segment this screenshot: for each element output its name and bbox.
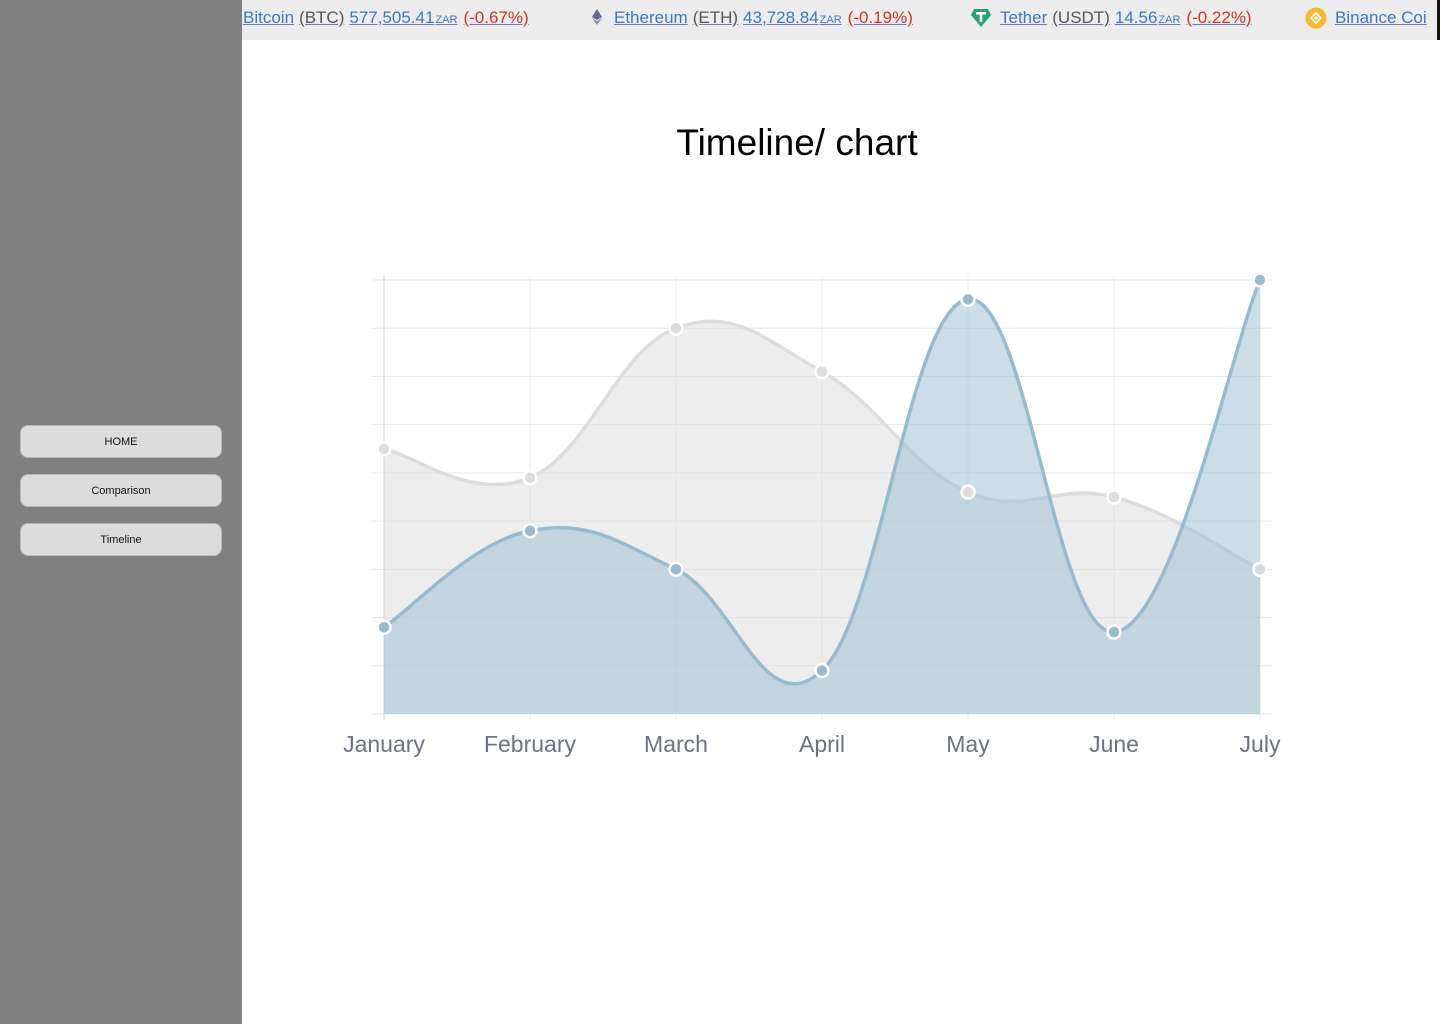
coin-currency: ZAR — [435, 14, 458, 26]
data-point-1-march[interactable] — [668, 561, 684, 578]
coin-currency: ZAR — [819, 14, 842, 26]
data-point-0-july[interactable] — [1252, 561, 1268, 578]
coin-name: Ethereum — [614, 8, 688, 27]
x-tick-label: July — [1240, 731, 1281, 757]
timeline-button[interactable]: Timeline — [20, 523, 222, 556]
home-button[interactable]: HOME — [20, 425, 222, 458]
coin-price: 577,505.41 — [349, 8, 435, 27]
coin-symbol: (ETH) — [692, 8, 739, 27]
data-point-0-june[interactable] — [1106, 489, 1122, 505]
data-point-1-june[interactable] — [1106, 624, 1122, 640]
data-point-1-may[interactable] — [960, 291, 976, 308]
x-tick-label: March — [644, 731, 708, 757]
ticker-item-ethereum[interactable]: Ethereum (ETH) 43,728.84 ZAR (-0.19%) — [614, 8, 913, 28]
x-tick-label: February — [484, 731, 577, 757]
x-tick-label: May — [946, 731, 990, 757]
data-point-0-may[interactable] — [960, 484, 976, 500]
coin-symbol: (USDT) — [1052, 8, 1110, 27]
ticker-item-binance-coin[interactable]: Binance Coi — [1335, 8, 1427, 28]
page-title: Timeline/ chart — [676, 122, 918, 163]
x-axis-labels: January February March April May June July — [343, 731, 1281, 757]
coin-change: (-0.67%) — [463, 8, 529, 27]
coin-symbol: (BTC) — [299, 8, 345, 27]
data-point-0-april[interactable] — [814, 363, 830, 380]
ticker-item-bitcoin[interactable]: Bitcoin (BTC) 577,505.41 ZAR (-0.67%) — [243, 8, 529, 28]
coin-currency: ZAR — [1158, 14, 1181, 26]
coin-price: 14.56 — [1114, 8, 1158, 27]
data-point-1-april[interactable] — [814, 662, 830, 679]
data-point-0-january[interactable] — [376, 441, 392, 457]
x-tick-label: April — [799, 731, 845, 757]
timeline-chart: January February March April May June July — [343, 272, 1281, 757]
comparison-button[interactable]: Comparison — [20, 474, 222, 507]
coin-change: (-0.19%) — [847, 8, 913, 27]
tether-icon — [971, 9, 991, 27]
x-tick-label: June — [1089, 731, 1139, 757]
data-point-1-july[interactable] — [1252, 272, 1268, 288]
data-point-0-february[interactable] — [522, 469, 538, 486]
coin-name: Bitcoin — [243, 8, 295, 27]
coin-price: 43,728.84 — [743, 8, 819, 27]
coin-name: Tether — [1000, 8, 1048, 27]
data-point-1-february[interactable] — [522, 523, 538, 539]
ticker-item-tether[interactable]: Tether (USDT) 14.56 ZAR (-0.22%) — [1000, 8, 1252, 28]
crypto-ticker: Bitcoin (BTC) 577,505.41 ZAR (-0.67%) Et… — [242, 0, 1440, 40]
coin-name: Binance Coi — [1335, 8, 1427, 27]
data-point-0-march[interactable] — [668, 320, 684, 336]
data-point-1-january[interactable] — [376, 619, 392, 635]
coin-change: (-0.22%) — [1186, 8, 1252, 27]
x-tick-label: January — [343, 731, 425, 757]
binance-coin-icon — [1305, 7, 1327, 29]
sidebar: HOME Comparison Timeline — [0, 0, 242, 1024]
ethereum-icon — [592, 9, 602, 25]
